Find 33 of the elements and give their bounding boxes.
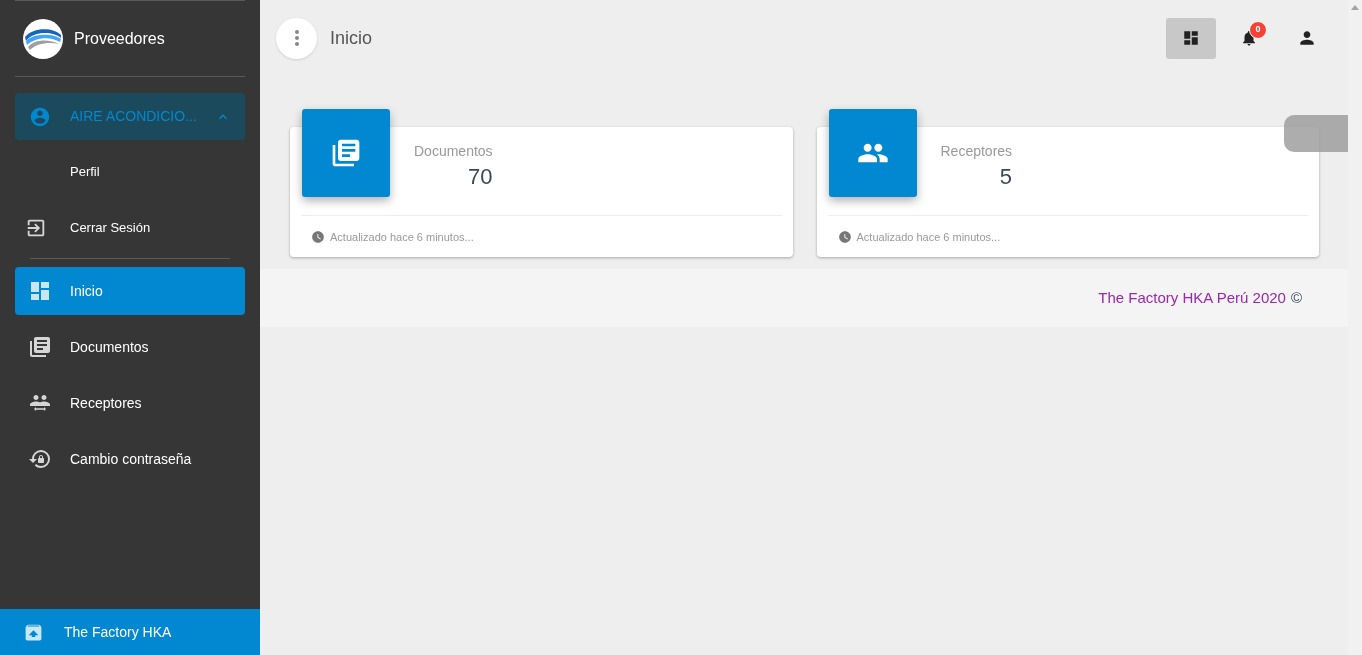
dashboard-icon — [28, 279, 52, 303]
card-title: Documentos — [414, 142, 493, 161]
clock-icon — [837, 230, 852, 245]
page-title: Inicio — [330, 26, 373, 50]
copyright-symbol: © — [1290, 287, 1302, 308]
card-footer-text: Actualizado hace 6 minutos... — [856, 230, 1001, 245]
logo-icon — [23, 18, 63, 59]
documents-icon — [330, 137, 362, 169]
card-footer-text: Actualizado hace 6 minutos... — [330, 230, 474, 245]
copyright-link[interactable]: The Factory HKA Perú 2020 — [1098, 286, 1286, 310]
scroll-up-icon — [1351, 5, 1359, 10]
footer-link[interactable]: The Factory HKA — [0, 609, 260, 655]
nav-item[interactable]: Cambio contraseña — [15, 435, 245, 483]
menu-button[interactable] — [276, 17, 317, 59]
logout-icon — [25, 217, 47, 239]
lock-reset-icon — [28, 447, 52, 471]
documents-icon — [28, 335, 52, 359]
card-title: Receptores — [940, 142, 1013, 161]
more-vertical-icon — [294, 30, 299, 46]
nav-item[interactable]: Receptores — [15, 379, 245, 427]
account-icon — [29, 105, 51, 128]
dashboard-button[interactable] — [1166, 17, 1216, 59]
submenu-link[interactable]: Perfil — [15, 144, 245, 200]
notification-badge: 0 — [1249, 20, 1267, 39]
card-value: 5 — [999, 163, 1013, 191]
submenu-link[interactable]: Cerrar Sesión — [15, 200, 245, 256]
nav-item[interactable]: Documentos — [15, 323, 245, 371]
clock-icon — [311, 230, 325, 245]
notifications-button[interactable]: 0 — [1224, 17, 1274, 59]
dashboard-icon — [1182, 29, 1200, 47]
card-value: 70 — [468, 163, 493, 191]
nav-item[interactable]: Inicio — [15, 267, 245, 315]
brand-title: Proveedores — [74, 28, 165, 49]
